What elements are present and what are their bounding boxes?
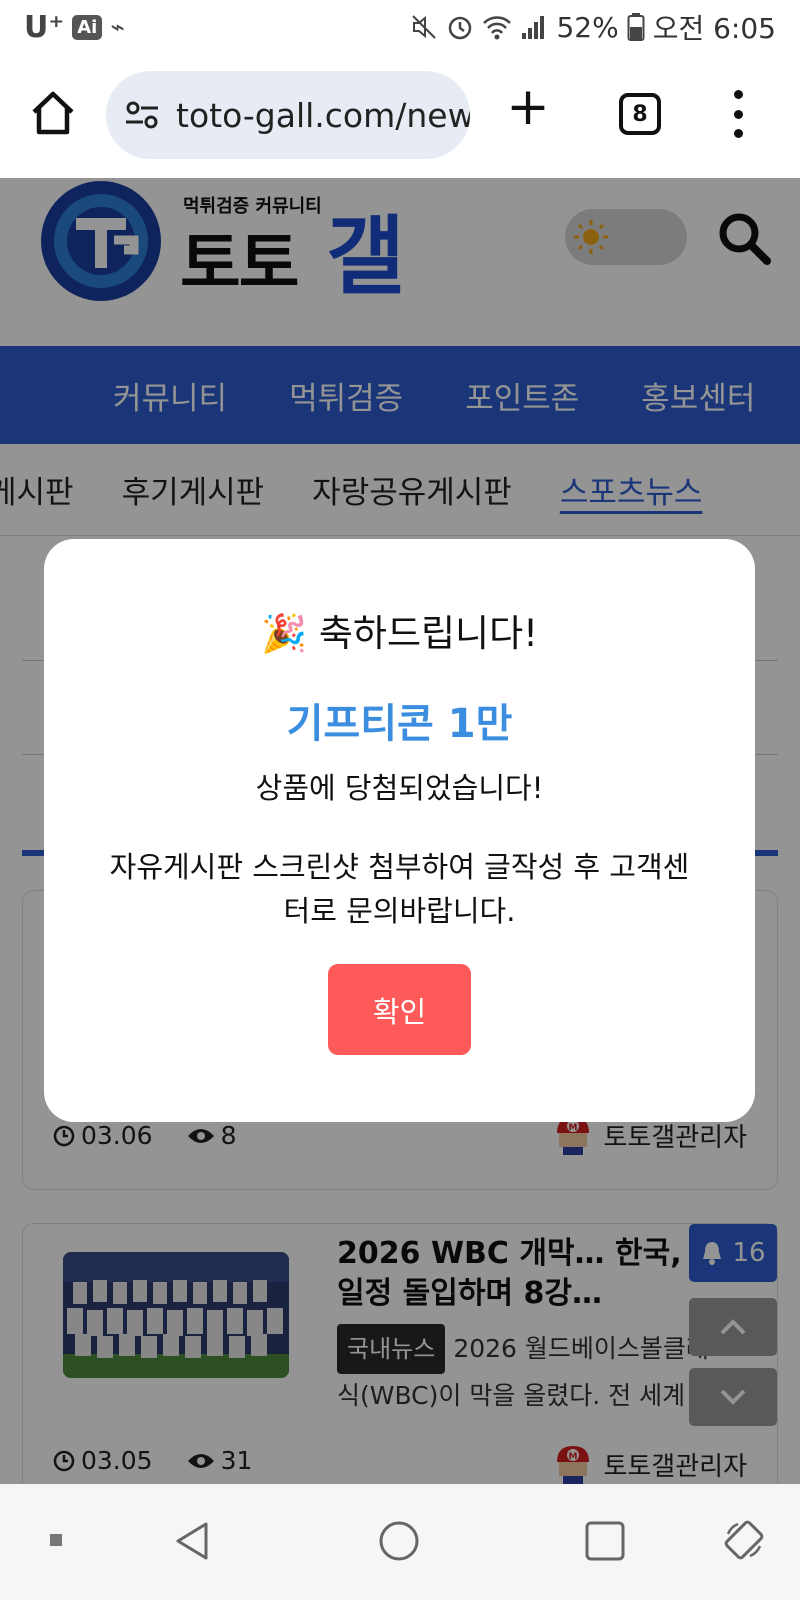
site-settings-icon[interactable] — [124, 97, 160, 133]
mute-icon — [412, 15, 437, 39]
confirm-button[interactable]: 확인 — [328, 964, 471, 1055]
home-circle-icon[interactable] — [378, 1520, 420, 1562]
small-square-icon[interactable] — [48, 1532, 64, 1548]
status-bar: U⁺ Ai ⌁ 52% 오전 6:05 — [0, 0, 800, 54]
modal-note: 자유게시판 스크린샷 첨부하여 글작성 후 고객센터로 문의바랍니다. — [109, 850, 690, 928]
browser-menu-button[interactable] — [730, 90, 746, 138]
system-nav-bar — [0, 1484, 800, 1600]
ai-badge: Ai — [72, 14, 103, 40]
url-text: toto-gall.com/new — [176, 95, 470, 135]
modal-message: 상품에 당첨되었습니다! — [255, 771, 544, 805]
modal-title: 🎉 축하드립니다! — [261, 612, 538, 655]
home-icon[interactable] — [28, 88, 78, 138]
browser-toolbar: toto-gall.com/new + 8 — [0, 54, 800, 178]
clock: 오전 6:05 — [652, 12, 776, 45]
address-bar[interactable]: toto-gall.com/new — [106, 71, 470, 159]
battery-icon — [627, 13, 645, 41]
back-icon[interactable] — [172, 1520, 214, 1562]
wifi-icon — [483, 16, 512, 40]
new-tab-button[interactable]: + — [505, 81, 551, 133]
usb-icon: ⌁ — [110, 13, 125, 41]
modal-prize: 기프티콘 1만 — [286, 701, 513, 747]
carrier-label: U⁺ — [24, 9, 65, 45]
alarm-icon — [449, 16, 472, 40]
recents-icon[interactable] — [584, 1520, 626, 1562]
tab-switcher-button[interactable]: 8 — [619, 93, 661, 135]
congrats-modal: 🎉 축하드립니다! 기프티콘 1만 상품에 당첨되었습니다! 자유게시판 스크린… — [44, 539, 755, 1122]
party-popper-icon: 🎉 — [261, 612, 308, 655]
rotate-screen-icon[interactable] — [722, 1518, 766, 1562]
signal-icon — [522, 16, 545, 39]
battery-percent: 52% — [556, 10, 619, 44]
